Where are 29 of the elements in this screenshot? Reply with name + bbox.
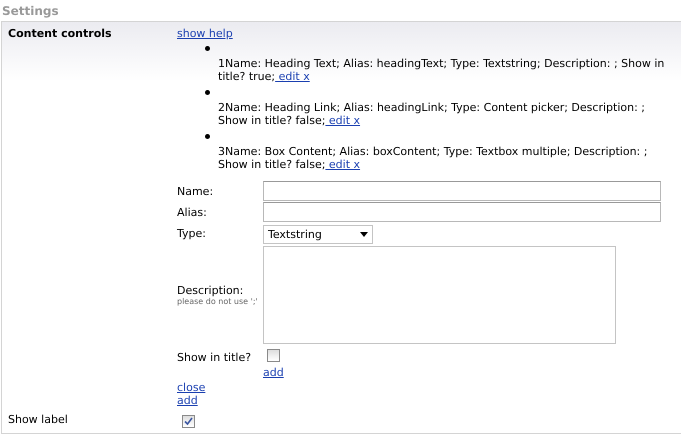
field-label: Show in title? xyxy=(177,350,252,364)
field-label: Alias: xyxy=(177,206,208,218)
add-link[interactable]: add xyxy=(177,394,198,407)
bullet-icon xyxy=(205,90,210,95)
bullet-icon xyxy=(205,46,210,51)
control-description: 1Name: Heading Text; Alias: headingText; Type: Textstring; Description: ; Show in title? true; edit x xyxy=(218,57,664,83)
name-field[interactable] xyxy=(263,181,661,201)
caret-icon xyxy=(360,232,368,237)
checkbox[interactable] xyxy=(182,415,195,428)
field-label: Name: xyxy=(177,184,214,198)
edit-link[interactable]: edit x xyxy=(325,158,360,171)
help-link[interactable]: show help xyxy=(177,27,233,40)
field-label: Type: xyxy=(177,227,207,240)
description-field[interactable] xyxy=(263,246,616,344)
field-label: Show label xyxy=(8,413,69,428)
checkbox[interactable] xyxy=(267,349,280,362)
field-label: Content controls xyxy=(8,27,113,42)
edit-link[interactable]: edit x xyxy=(275,70,310,83)
bullet-icon xyxy=(205,134,210,139)
alias-field[interactable] xyxy=(263,202,661,222)
field-label: Description: xyxy=(177,284,244,296)
section-title: Settings xyxy=(1,3,60,20)
edit-link[interactable]: edit x xyxy=(325,114,360,127)
add-link[interactable]: add xyxy=(263,366,284,379)
type-dropdown[interactable]: Textstring xyxy=(263,225,373,244)
control-description: 3Name: Box Content; Alias: boxContent; Type: Textbox multiple; Description: ; Show in title? false; edit x xyxy=(218,145,648,171)
control-description: 2Name: Heading Link; Alias: headingLink; Type: Content picker; Description: ; Show in title? false; edit x xyxy=(218,101,645,127)
close-link[interactable]: close xyxy=(177,381,206,394)
hint-text: please do not use ';' xyxy=(177,296,259,306)
